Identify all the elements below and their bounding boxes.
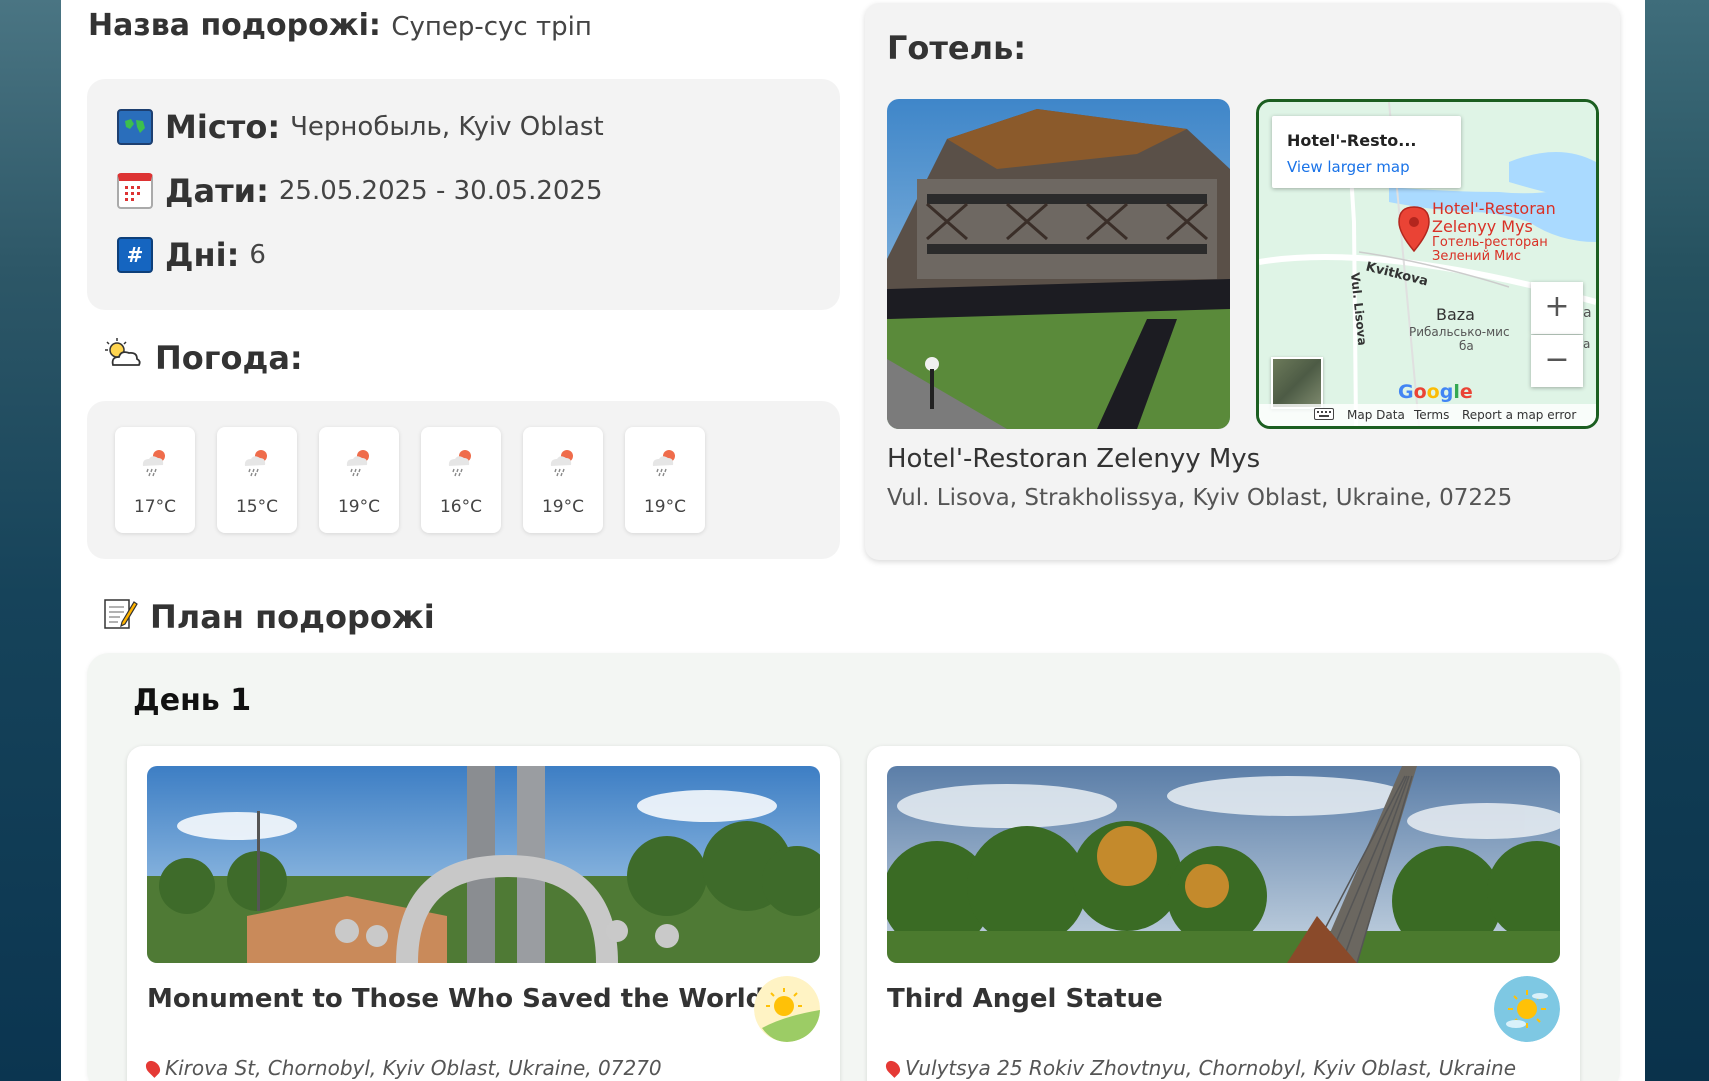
pin-label-line: Zelenyy Mys	[1432, 217, 1533, 236]
google-logo-letter: G	[1398, 381, 1414, 403]
pin-label-line: Зелений Мис	[1432, 249, 1521, 264]
days-value: 6	[249, 240, 266, 270]
rain-cloud-sun-icon	[448, 450, 471, 477]
hash-icon: #	[117, 237, 153, 273]
hotel-panel: Готель: Hotel'-Resto... View larger map …	[865, 3, 1620, 560]
google-logo-letter: g	[1439, 381, 1454, 403]
background-left	[0, 0, 61, 1081]
weather-day-card: 19°C	[625, 427, 705, 533]
poi-label: Рибальсько-мис	[1409, 325, 1510, 339]
weather-temp: 19°C	[337, 497, 380, 517]
pin-label-line: Готель-ресторан	[1432, 235, 1548, 250]
hotel-title: Готель:	[887, 29, 1027, 67]
city-value: Чернобыль, Kyiv Oblast	[290, 112, 604, 142]
sun-icon	[1494, 976, 1560, 1042]
trip-name-value: Супер-сус тріп	[391, 12, 592, 42]
memo-icon	[102, 596, 138, 638]
pin-icon	[883, 1058, 903, 1078]
google-logo-letter: o	[1426, 381, 1440, 403]
hotel-photo	[887, 99, 1230, 429]
weather-title: Погода:	[155, 339, 303, 377]
trip-page: Назва подорожі: Супер-сус тріп Місто: Че…	[61, 0, 1645, 1081]
map-pin-label: Hotel'-Restoran Zelenyy Mys Готель-ресто…	[1432, 200, 1556, 264]
map-data-link[interactable]: Map Data	[1347, 408, 1405, 422]
day-title: День 1	[133, 683, 252, 718]
place-address: Kirova St, Chornobyl, Kyiv Oblast, Ukrai…	[143, 1056, 662, 1080]
poi-label: а	[1583, 337, 1591, 351]
place-card[interactable]: Monument to Those Who Saved the World Ki…	[127, 746, 840, 1081]
plan-heading: План подорожі	[102, 596, 435, 638]
background-right	[1645, 0, 1709, 1081]
weather-forecast-panel: 17°C 15°C 19°C 16°C 19°C 19°C	[87, 401, 840, 559]
sun-behind-cloud-icon	[103, 337, 143, 379]
google-logo-letter: e	[1459, 381, 1473, 403]
days-row: # Дні: 6	[117, 236, 266, 274]
terms-link[interactable]: Terms	[1414, 408, 1449, 422]
rain-cloud-sun-icon	[346, 450, 369, 477]
weather-temp: 16°C	[439, 497, 482, 517]
trip-name-label: Назва подорожі:	[88, 8, 381, 43]
rain-cloud-sun-icon	[244, 450, 267, 477]
weather-temp: 17°C	[133, 497, 176, 517]
sunny-hill-icon	[754, 976, 820, 1042]
plan-title: План подорожі	[150, 598, 435, 636]
google-logo: Google	[1398, 381, 1473, 403]
map-footer: Map Data Terms Report a map error	[1259, 404, 1596, 426]
poi-label: Baza	[1436, 305, 1475, 324]
hotel-map[interactable]: Hotel'-Resto... View larger map Hotel'-R…	[1256, 99, 1599, 429]
city-label: Місто:	[165, 108, 281, 146]
map-place-card: Hotel'-Resto... View larger map	[1272, 116, 1461, 188]
dates-value: 25.05.2025 - 30.05.2025	[278, 176, 603, 206]
pin-label-line: Hotel'-Restoran	[1432, 199, 1556, 218]
place-card[interactable]: Third Angel Statue Vulytsya 25 Rokiv Zho…	[867, 746, 1580, 1081]
weather-day-card: 17°C	[115, 427, 195, 533]
place-photo	[887, 766, 1560, 963]
place-name: Monument to Those Who Saved the World	[147, 984, 765, 1014]
rain-cloud-sun-icon	[652, 450, 675, 477]
report-map-error-link[interactable]: Report a map error	[1462, 408, 1576, 422]
weather-temp: 15°C	[235, 497, 278, 517]
place-address-text: Vulytsya 25 Rokiv Zhovtnyu, Chornobyl, K…	[905, 1056, 1517, 1080]
rain-cloud-sun-icon	[550, 450, 573, 477]
weather-temp: 19°C	[541, 497, 584, 517]
place-address-text: Kirova St, Chornobyl, Kyiv Oblast, Ukrai…	[165, 1056, 662, 1080]
days-label: Дні:	[165, 236, 240, 274]
hotel-address: Vul. Lisova, Strakholissya, Kyiv Oblast,…	[887, 485, 1513, 511]
weather-day-card: 16°C	[421, 427, 501, 533]
weather-day-card: 19°C	[319, 427, 399, 533]
satellite-toggle-button[interactable]	[1271, 357, 1323, 409]
weather-day-card: 19°C	[523, 427, 603, 533]
view-larger-map-link[interactable]: View larger map	[1287, 158, 1410, 176]
rain-cloud-sun-icon	[142, 450, 165, 477]
map-card-title: Hotel'-Resto...	[1287, 131, 1417, 150]
place-photo	[147, 766, 820, 963]
google-logo-letter: o	[1413, 381, 1427, 403]
pin-icon	[143, 1058, 163, 1078]
weather-day-card: 15°C	[217, 427, 297, 533]
weather-heading: Погода:	[103, 337, 303, 379]
day-plan-panel: День 1 Monument to Those Who Saved the W…	[87, 653, 1620, 1081]
place-name: Third Angel Statue	[887, 984, 1163, 1014]
dates-label: Дати:	[165, 172, 269, 210]
world-map-icon	[117, 109, 153, 145]
trip-name: Назва подорожі: Супер-сус тріп	[88, 8, 592, 43]
poi-label: ба	[1459, 339, 1474, 353]
poi-label: а	[1583, 305, 1592, 321]
trip-info-panel: Місто: Чернобыль, Kyiv Oblast Дати: 25.0…	[87, 79, 840, 310]
calendar-icon	[117, 173, 153, 209]
keyboard-icon[interactable]	[1314, 408, 1334, 423]
city-row: Місто: Чернобыль, Kyiv Oblast	[117, 108, 604, 146]
zoom-out-button[interactable]: −	[1531, 335, 1583, 387]
map-pin-icon[interactable]	[1396, 205, 1432, 253]
zoom-in-button[interactable]: +	[1531, 282, 1583, 334]
weather-temp: 19°C	[643, 497, 686, 517]
hotel-name: Hotel'-Restoran Zelenyy Mys	[887, 444, 1261, 474]
dates-row: Дати: 25.05.2025 - 30.05.2025	[117, 172, 603, 210]
place-address: Vulytsya 25 Rokiv Zhovtnyu, Chornobyl, K…	[883, 1056, 1517, 1080]
